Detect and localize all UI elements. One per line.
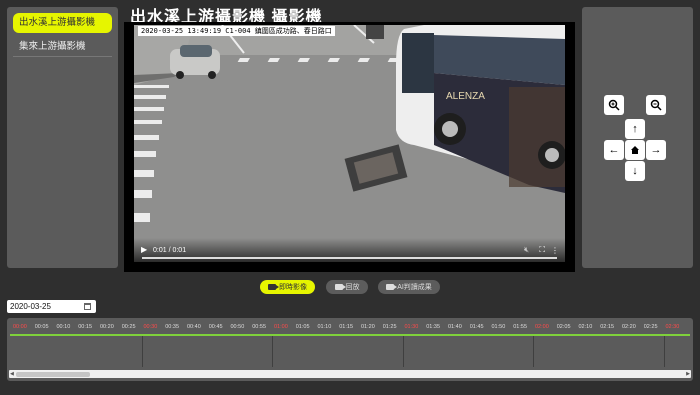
video-time-display: 0:01 / 0:01 [153,247,187,254]
video-controls: ▶ 0:01 / 0:01 🔇︎ ⛶ ⋮ [134,238,565,262]
timeline-label: 02:15 [600,324,615,330]
timeline-grid-line [533,336,534,367]
play-icon[interactable]: ▶ [141,245,147,254]
scroll-left-icon[interactable]: ◀ [10,370,14,378]
timeline-label: 01:30 [404,324,419,330]
timeline-label: 00:50 [230,324,245,330]
video-progress-bar[interactable] [142,257,557,259]
timeline-labels: 00:00 00:05 00:10 00:15 00:20 00:25 00:30 00:35… [7,324,693,334]
date-value: 2020-03-25 [10,302,51,311]
timeline-label: 00:45 [208,324,223,330]
video-osd-text: 2020-03-25 13:49:19 C1-004 鎮圍區成功路、春日路口 [138,26,335,36]
timeline-label: 00:25 [121,324,136,330]
timeline-scrollbar[interactable]: ◀ ▶ [9,370,691,378]
recorded-segment-bar [10,334,690,336]
timeline-label: 02:10 [578,324,593,330]
date-input[interactable]: 2020-03-25 [7,300,96,313]
timeline-grid-line [141,336,143,367]
timeline-label: 00:35 [165,324,180,330]
ai-results-button[interactable]: AI判讀成果 [378,280,440,294]
fullscreen-icon[interactable]: ⛶ [539,245,545,255]
calendar-icon[interactable] [84,303,91,310]
camera-list-panel: 出水溪上游攝影機 集來上游攝影機 [7,7,118,268]
video-camera-icon [268,284,279,290]
timeline-label: 02:05 [556,324,571,330]
arrow-down-icon[interactable]: ↓ [625,161,645,181]
more-options-icon[interactable]: ⋮ [551,246,559,255]
timeline-label: 01:55 [513,324,528,330]
timeline-scroll-thumb[interactable] [16,371,90,377]
ai-results-label: AI判讀成果 [397,284,432,291]
timeline-label: 02:25 [643,324,658,330]
video-player: ALENZA 2020-03-25 13:49:19 C1-004 鎮圍區成功路… [124,22,575,272]
zoom-in-icon[interactable] [604,95,624,115]
timeline-label: 01:50 [491,324,506,330]
zoom-out-icon[interactable] [646,95,666,115]
timeline-label: 00:10 [56,324,71,330]
timeline-label: 01:15 [339,324,354,330]
timeline-label: 00:00 [13,324,27,330]
camera-item-jilai[interactable]: 集來上游攝影機 [13,37,112,57]
camera-item-chushui[interactable]: 出水溪上游攝影機 [13,13,112,33]
recording-timeline[interactable]: 00:00 00:05 00:10 00:15 00:20 00:25 00:30 00:35… [7,318,693,381]
timeline-label: 01:25 [382,324,397,330]
arrow-left-icon[interactable]: ← [604,140,624,160]
bus-ad-text: ALENZA [446,91,485,102]
arrow-up-icon[interactable]: ↑ [625,119,645,139]
timeline-label: 00:30 [143,324,158,330]
timeline-label: 01:10 [317,324,332,330]
timeline-grid-line [663,336,665,367]
timeline-label: 01:00 [274,324,288,330]
camera-scene-image: ALENZA [134,25,565,262]
timeline-grid-line [272,336,273,367]
timeline-label: 00:05 [34,324,49,330]
video-camera-icon [386,284,398,290]
timeline-label: 01:45 [469,324,484,330]
timeline-label: 00:55 [252,324,267,330]
video-stream[interactable]: ALENZA 2020-03-25 13:49:19 C1-004 鎮圍區成功路… [134,25,565,262]
home-icon[interactable] [625,140,645,160]
live-view-button[interactable]: 即時影像 [260,280,315,294]
playback-button[interactable]: 回放 [326,280,368,294]
timeline-label: 01:35 [426,324,441,330]
timeline-label: 00:40 [187,324,201,330]
ptz-control-panel: ↑ ← → ↓ [582,7,693,268]
timeline-label: 00:20 [100,324,114,330]
timeline-grid-line [402,336,404,367]
timeline-label: 02:20 [622,324,636,330]
timeline-label: 01:20 [361,324,375,330]
mute-icon[interactable]: 🔇︎ [524,245,529,255]
scroll-right-icon[interactable]: ▶ [686,370,690,378]
timeline-label: 01:05 [295,324,310,330]
timeline-label: 00:15 [78,324,93,330]
video-camera-icon [334,284,346,290]
playback-label: 回放 [345,284,360,291]
timeline-label: 02:30 [665,324,680,330]
timeline-label: 02:00 [535,324,549,330]
live-view-label: 即時影像 [279,284,307,291]
timeline-label: 01:40 [448,324,462,330]
arrow-right-icon[interactable]: → [646,140,666,160]
